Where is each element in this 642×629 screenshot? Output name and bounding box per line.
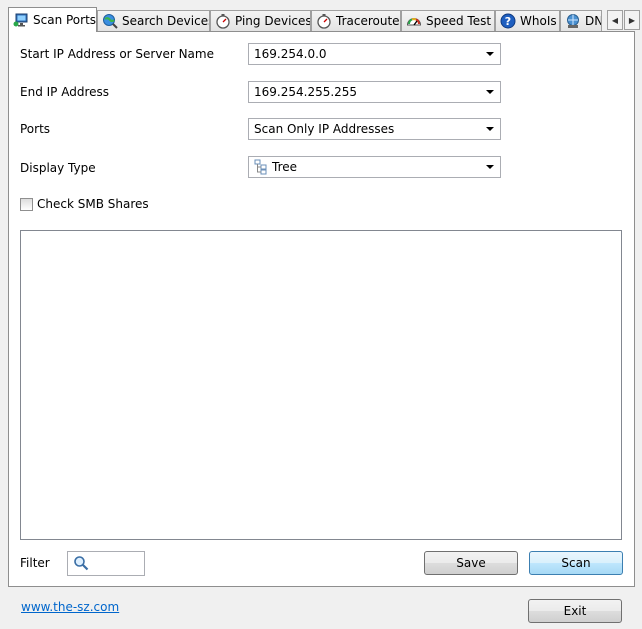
end-ip-label: End IP Address [20,85,109,99]
dns-icon [565,13,581,29]
stopwatch-icon [316,13,332,29]
start-ip-value: 169.254.0.0 [254,47,327,61]
ports-value: Scan Only IP Addresses [254,122,395,136]
stopwatch-icon [215,13,231,29]
tree-view-icon [253,159,269,175]
svg-text:?: ? [505,15,511,28]
filter-input[interactable] [67,551,145,576]
tab-dns[interactable]: DN [560,10,602,31]
website-link[interactable]: www.the-sz.com [21,600,119,614]
monitor-network-icon [13,12,29,28]
speedometer-icon [406,13,422,29]
smb-shares-checkbox[interactable] [20,198,33,211]
tab-whois[interactable]: ? WhoIs [495,10,560,31]
tab-label: WhoIs [520,14,557,28]
tab-label: DN [585,14,602,28]
tab-strip: Scan Ports Search Devices Ping Devices T… [0,0,642,32]
scan-button[interactable]: Scan [529,551,623,575]
scan-ports-panel: Start IP Address or Server Name 169.254.… [8,31,635,587]
tab-label: Traceroute [336,14,400,28]
tab-ping-devices[interactable]: Ping Devices [210,10,311,31]
tab-speed-test[interactable]: Speed Test [401,10,495,31]
tab-scroll-right-button[interactable]: ▶ [624,10,640,30]
filter-label: Filter [20,556,50,570]
start-ip-combobox[interactable]: 169.254.0.0 [248,43,501,65]
tab-search-devices[interactable]: Search Devices [97,10,210,31]
ports-combobox[interactable]: Scan Only IP Addresses [248,118,501,140]
tab-scan-ports[interactable]: Scan Ports [8,7,97,32]
ports-label: Ports [20,122,51,136]
dropdown-arrow-icon[interactable] [486,52,494,56]
tab-traceroute[interactable]: Traceroute [311,10,401,31]
dropdown-arrow-icon[interactable] [486,165,494,169]
display-type-value: Tree [272,160,298,174]
smb-shares-label[interactable]: Check SMB Shares [37,197,149,211]
tab-scroll-buttons: ◀ ▶ [607,10,640,30]
display-type-combobox[interactable]: Tree [248,156,501,178]
tab-label: Scan Ports [33,13,97,27]
end-ip-combobox[interactable]: 169.254.255.255 [248,81,501,103]
tab-scroll-left-button[interactable]: ◀ [607,10,623,30]
end-ip-value: 169.254.255.255 [254,85,358,99]
globe-search-icon [102,13,118,29]
start-ip-label: Start IP Address or Server Name [20,47,214,61]
save-button[interactable]: Save [424,551,518,575]
tab-label: Ping Devices [235,14,311,28]
dropdown-arrow-icon[interactable] [486,127,494,131]
results-list[interactable] [20,230,622,540]
dropdown-arrow-icon[interactable] [486,90,494,94]
exit-button[interactable]: Exit [528,599,622,623]
display-type-label: Display Type [20,161,96,175]
tab-label: Search Devices [122,14,210,28]
search-icon [73,555,89,571]
tab-label: Speed Test [426,14,492,28]
help-icon: ? [500,13,516,29]
